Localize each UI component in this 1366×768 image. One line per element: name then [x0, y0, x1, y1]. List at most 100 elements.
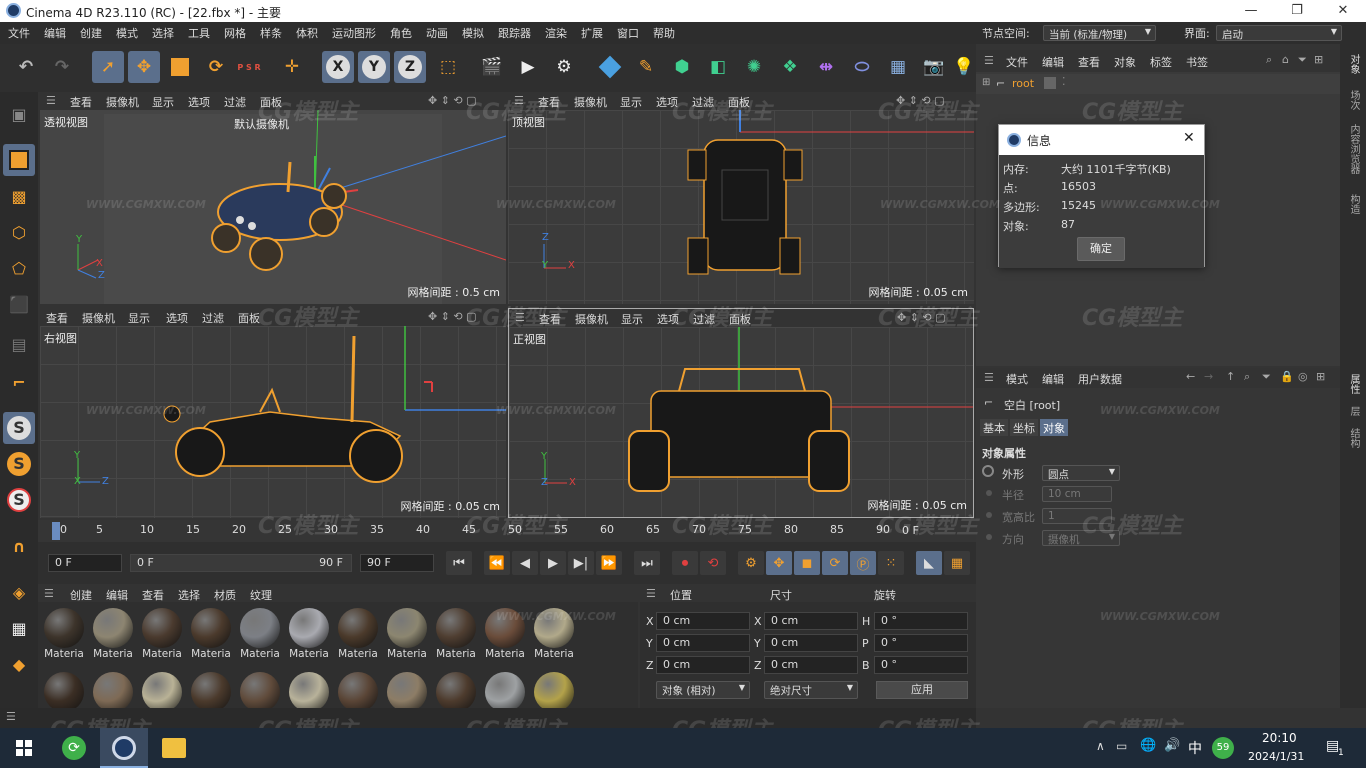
clock-date[interactable]: 2024/1/31: [1248, 750, 1304, 763]
key-rotation-icon[interactable]: ⟳: [822, 551, 848, 575]
play-icon[interactable]: ▶: [540, 551, 566, 575]
material-swatch[interactable]: Materia: [287, 606, 331, 664]
om-menu-object[interactable]: 对象: [1114, 54, 1136, 70]
side-tab-content-browser[interactable]: 内容浏览器: [1346, 124, 1361, 174]
forward-arrow-icon[interactable]: →: [1204, 370, 1213, 383]
camera-icon[interactable]: 📷: [918, 51, 950, 83]
side-tab-objects[interactable]: 对象: [1346, 54, 1361, 74]
go-to-start-icon[interactable]: ⏮: [446, 551, 472, 575]
locked-workplane-icon[interactable]: ▦: [3, 612, 35, 644]
menu-edit[interactable]: 编辑: [44, 25, 66, 41]
ok-button[interactable]: 确定: [1077, 237, 1125, 261]
add-view-icon[interactable]: ⊞: [1314, 53, 1323, 66]
pen-spline-icon[interactable]: ✎: [630, 51, 662, 83]
subdivision-icon[interactable]: ⬢: [666, 51, 698, 83]
side-tab-attributes[interactable]: 属性: [1346, 374, 1361, 394]
go-to-end-icon[interactable]: ⏭: [634, 551, 660, 575]
workplane-icon[interactable]: ◈: [3, 576, 35, 608]
vp-menu-filter[interactable]: 过滤: [224, 94, 246, 110]
file-explorer-icon[interactable]: [162, 738, 186, 758]
node-space-select[interactable]: 当前 (标准/物理) ▼: [1043, 25, 1156, 41]
vp-menu-display[interactable]: 显示: [620, 94, 642, 110]
points-mode-icon[interactable]: ⬡: [3, 216, 35, 248]
layout-select[interactable]: 启动 ▼: [1216, 25, 1342, 41]
am-menu-edit[interactable]: 编辑: [1042, 371, 1064, 387]
vp-menu-camera[interactable]: 摄像机: [574, 94, 607, 110]
material-swatch[interactable]: Materia: [189, 606, 233, 664]
vp-menu-camera[interactable]: 摄像机: [82, 310, 115, 326]
material-swatch[interactable]: Materia: [385, 606, 429, 664]
filter-icon[interactable]: ⏷: [1298, 53, 1307, 67]
vp-menu-display[interactable]: 显示: [128, 310, 150, 326]
mat-menu-select[interactable]: 选择: [178, 587, 200, 603]
position-x-field[interactable]: 0 cm: [656, 612, 750, 630]
battery-icon[interactable]: ▭: [1116, 739, 1127, 753]
visibility-toggle-icon[interactable]: [1044, 77, 1056, 89]
menu-animate[interactable]: 动画: [426, 25, 448, 41]
material-swatch[interactable]: Materia: [140, 606, 184, 664]
film-icon[interactable]: ▦: [944, 551, 970, 575]
shape-select[interactable]: 圆点 ▼: [1042, 465, 1120, 481]
vp-menu-panel[interactable]: 面板: [238, 310, 260, 326]
menu-window[interactable]: 窗口: [617, 25, 639, 41]
previous-frame-icon[interactable]: ◀: [512, 551, 538, 575]
menu-mograph[interactable]: 运动图形: [332, 25, 376, 41]
array-icon[interactable]: ❖: [774, 51, 806, 83]
close-button[interactable]: ✕: [1320, 0, 1366, 22]
vp-menu-options[interactable]: 选项: [188, 94, 210, 110]
clock-time[interactable]: 20:10: [1262, 731, 1297, 745]
volume-icon[interactable]: 🔊: [1164, 738, 1180, 753]
y-axis-lock-button[interactable]: Y: [358, 51, 390, 83]
menu-character[interactable]: 角色: [390, 25, 412, 41]
world-coordinates-icon[interactable]: ⬚: [432, 51, 464, 83]
target-icon[interactable]: ◎: [1298, 370, 1308, 383]
rotate-tool-icon[interactable]: ⟳: [200, 51, 232, 83]
material-swatch[interactable]: Materia: [336, 606, 380, 664]
om-menu-tags[interactable]: 标签: [1150, 54, 1172, 70]
lock-icon[interactable]: 🔒: [1280, 370, 1294, 383]
end-frame-field[interactable]: 90 F: [360, 554, 434, 572]
extrude-icon[interactable]: ◧: [702, 51, 734, 83]
vp-menu-filter[interactable]: 过滤: [202, 310, 224, 326]
side-tab-structure2[interactable]: 结构: [1346, 428, 1361, 448]
interpolation-icon[interactable]: ◣: [916, 551, 942, 575]
object-name[interactable]: root: [1012, 77, 1034, 90]
next-key-icon[interactable]: ⏩: [596, 551, 622, 575]
vp-menu-display[interactable]: 显示: [621, 311, 643, 327]
layer-dots-icon[interactable]: ⁚: [1062, 75, 1066, 88]
cinema4d-taskbar-button[interactable]: [100, 728, 148, 768]
deformer-icon[interactable]: ⇹: [810, 51, 842, 83]
mat-menu-view[interactable]: 查看: [142, 587, 164, 603]
material-swatch[interactable]: Materia: [238, 606, 282, 664]
menu-mesh[interactable]: 网格: [224, 25, 246, 41]
windows-start-icon[interactable]: [16, 740, 32, 756]
model-mode-icon[interactable]: [3, 144, 35, 176]
tray-badge[interactable]: 59: [1212, 737, 1234, 759]
menu-volume[interactable]: 体积: [296, 25, 318, 41]
vp-menu-display[interactable]: 显示: [152, 94, 174, 110]
tab-coord[interactable]: 坐标: [1010, 419, 1038, 436]
filter-icon[interactable]: ⏷: [1262, 370, 1271, 384]
field-icon[interactable]: ⬭: [846, 51, 878, 83]
mat-menu-create[interactable]: 创建: [70, 587, 92, 603]
material-swatch[interactable]: Materia: [91, 606, 135, 664]
auto-key-icon[interactable]: ⟲: [700, 551, 726, 575]
om-menu-file[interactable]: 文件: [1006, 54, 1028, 70]
om-menu-view[interactable]: 查看: [1078, 54, 1100, 70]
menu-simulate[interactable]: 模拟: [462, 25, 484, 41]
side-tab-structure[interactable]: 构造: [1346, 194, 1361, 214]
chevron-up-icon[interactable]: ∧: [1096, 739, 1105, 753]
polygons-mode-icon[interactable]: ⬛: [3, 288, 35, 320]
add-view-icon[interactable]: ⊞: [1316, 370, 1325, 383]
position-z-field[interactable]: 0 cm: [656, 656, 750, 674]
back-arrow-icon[interactable]: ←: [1186, 370, 1195, 383]
ime-indicator[interactable]: 中: [1188, 738, 1202, 758]
maximize-button[interactable]: ❐: [1274, 0, 1320, 22]
size-y-field[interactable]: 0 cm: [764, 634, 858, 652]
floor-icon[interactable]: ▦: [882, 51, 914, 83]
menu-handle-icon[interactable]: ☰: [984, 54, 994, 67]
x-axis-lock-button[interactable]: X: [322, 51, 354, 83]
select-tool-icon[interactable]: ➚: [92, 51, 124, 83]
mat-menu-edit[interactable]: 编辑: [106, 587, 128, 603]
edges-mode-icon[interactable]: ⬠: [3, 252, 35, 284]
